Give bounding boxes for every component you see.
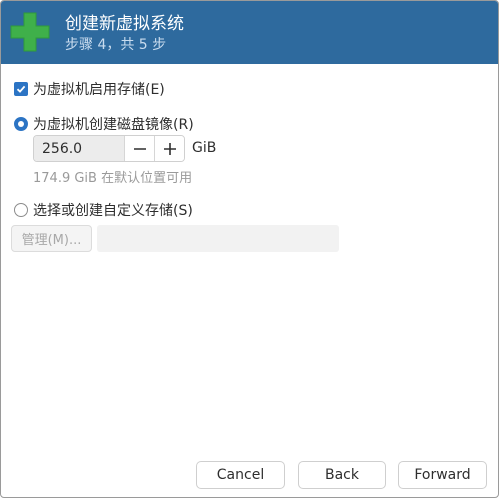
back-button[interactable]: Back: [298, 461, 386, 489]
available-space-hint: 174.9 GiB 在默认位置可用: [33, 171, 193, 186]
create-disk-option[interactable]: 为虚拟机创建磁盘镜像(R): [14, 114, 194, 134]
wizard-step-indicator: 步骤 4，共 5 步: [65, 37, 167, 53]
enable-storage-label: 为虚拟机启用存储(E): [33, 82, 165, 98]
increase-size-button[interactable]: [154, 136, 184, 161]
enable-storage-checkbox[interactable]: [14, 82, 28, 96]
disk-size-input[interactable]: 256.0: [34, 136, 124, 161]
plus-small-icon: [163, 142, 176, 155]
cancel-button[interactable]: Cancel: [196, 461, 285, 489]
disk-size-unit: GiB: [192, 140, 217, 156]
manage-storage-button[interactable]: 管理(M)...: [11, 225, 92, 252]
custom-storage-radio[interactable]: [14, 203, 28, 217]
minus-icon: [133, 147, 146, 150]
wizard-header: 创建新虚拟系统 步骤 4，共 5 步: [1, 1, 498, 64]
wizard-title: 创建新虚拟系统: [65, 14, 184, 34]
wizard-window: 创建新虚拟系统 步骤 4，共 5 步 为虚拟机启用存储(E) 为虚拟机创建磁盘镜…: [0, 0, 499, 498]
plus-icon: [10, 12, 50, 52]
create-disk-label: 为虚拟机创建磁盘镜像(R): [33, 117, 194, 133]
checkmark-icon: [16, 85, 26, 93]
create-disk-radio[interactable]: [14, 117, 28, 131]
disk-size-stepper[interactable]: 256.0: [33, 135, 185, 162]
enable-storage-option[interactable]: 为虚拟机启用存储(E): [14, 79, 165, 99]
custom-storage-option[interactable]: 选择或创建自定义存储(S): [14, 200, 193, 220]
forward-button[interactable]: Forward: [398, 461, 487, 489]
decrease-size-button[interactable]: [124, 136, 154, 161]
custom-storage-path-field[interactable]: [97, 225, 339, 252]
custom-storage-label: 选择或创建自定义存储(S): [33, 203, 193, 219]
